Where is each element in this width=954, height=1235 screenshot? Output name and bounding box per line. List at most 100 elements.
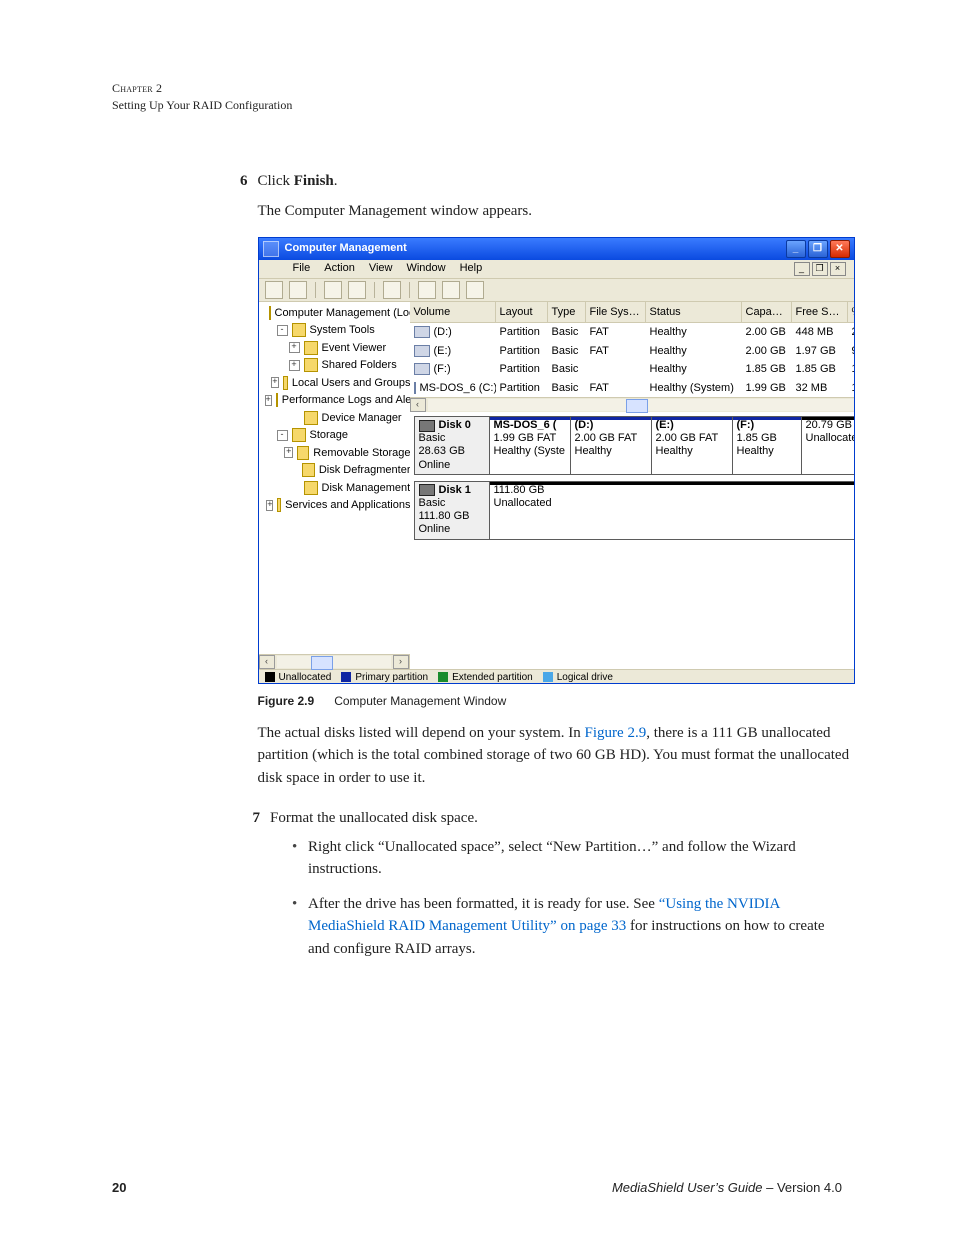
mdi-restore[interactable]: ❐ — [812, 262, 828, 276]
tree-label: Device Manager — [322, 410, 402, 427]
tree-label: Local Users and Groups — [292, 375, 411, 392]
volume-header[interactable]: VolumeLayoutTypeFile SystemStatusCapacit… — [410, 302, 855, 324]
tree-item[interactable]: Disk Management — [261, 480, 411, 497]
disk-graph[interactable]: Disk 0Basic28.63 GBOnlineMS-DOS_6 (1.99 … — [410, 412, 855, 669]
column-header[interactable]: Free Space — [792, 302, 848, 323]
volume-row[interactable]: (E:)PartitionBasicFATHealthy2.00 GB1.97 … — [410, 342, 855, 361]
column-header[interactable]: Type — [548, 302, 586, 323]
tree-label: Disk Defragmenter — [319, 462, 411, 479]
figure-ref-link[interactable]: Figure 2.9 — [585, 725, 647, 741]
folder-icon — [304, 341, 318, 355]
guide-title: MediaShield User’s Guide – Version 4.0 — [612, 1180, 842, 1195]
expand-icon[interactable]: + — [284, 447, 293, 458]
partition[interactable]: 111.80 GBUnallocated — [490, 482, 855, 539]
folder-icon — [277, 498, 281, 512]
back-icon[interactable] — [265, 281, 283, 299]
expand-icon[interactable]: - — [277, 325, 288, 336]
folder-icon — [304, 481, 318, 495]
step-6: 6 Click Finish. The Computer Management … — [240, 170, 842, 790]
console-tree[interactable]: Computer Management (Local)-System Tools… — [259, 302, 413, 654]
expand-icon[interactable]: - — [277, 430, 288, 441]
mdi-sys-icon — [267, 263, 279, 275]
chapter-label: Chapter 2 — [112, 80, 842, 97]
scroll-left-icon[interactable]: ‹ — [410, 398, 426, 412]
volume-list[interactable]: (D:)PartitionBasicFATHealthy2.00 GB448 M… — [410, 323, 855, 397]
page-number: 20 — [112, 1180, 126, 1195]
partition[interactable]: MS-DOS_6 (1.99 GB FATHealthy (Syste — [490, 417, 570, 474]
column-header[interactable]: Status — [646, 302, 742, 323]
step-text: Format the unallocated disk space. — [270, 807, 842, 830]
settings-icon[interactable] — [442, 281, 460, 299]
partition[interactable]: 20.79 GBUnallocated — [801, 417, 855, 474]
folder-icon — [276, 393, 278, 407]
scroll-left-icon[interactable]: ‹ — [259, 655, 275, 669]
tree-item[interactable]: Device Manager — [261, 410, 411, 427]
volume-row[interactable]: MS-DOS_6 (C:)PartitionBasicFATHealthy (S… — [410, 379, 855, 398]
minimize-button[interactable]: _ — [786, 240, 806, 258]
expand-icon[interactable]: + — [289, 360, 300, 371]
step-text: Click — [258, 173, 294, 189]
scroll-thumb[interactable] — [311, 656, 333, 670]
menu-bar[interactable]: File Action View Window Help _ ❐ × — [259, 260, 854, 279]
disk-row[interactable]: Disk 0Basic28.63 GBOnlineMS-DOS_6 (1.99 … — [414, 416, 855, 475]
volume-row[interactable]: (F:)PartitionBasicHealthy1.85 GB1.85 GB1… — [410, 360, 855, 379]
tree-item[interactable]: +Services and Applications — [261, 497, 411, 514]
volume-scrollbar[interactable]: ‹ › — [410, 397, 855, 412]
menu-view[interactable]: View — [369, 260, 393, 277]
help-icon[interactable] — [466, 281, 484, 299]
partition[interactable]: (F:)1.85 GBHealthy — [732, 417, 801, 474]
scroll-thumb[interactable] — [626, 399, 648, 413]
expand-icon[interactable]: + — [289, 342, 300, 353]
column-header[interactable]: Volume — [410, 302, 496, 323]
tree-item[interactable]: -System Tools — [261, 322, 411, 339]
tree-label: Storage — [310, 427, 349, 444]
expand-icon[interactable]: + — [265, 395, 272, 406]
forward-icon[interactable] — [289, 281, 307, 299]
partition[interactable]: (E:)2.00 GB FATHealthy — [651, 417, 732, 474]
menu-file[interactable]: File — [293, 260, 311, 277]
disk-row[interactable]: Disk 1Basic111.80 GBOnline111.80 GBUnall… — [414, 481, 855, 540]
show-hide-tree-icon[interactable] — [348, 281, 366, 299]
tree-item[interactable]: - Storage — [261, 427, 411, 444]
scroll-right-icon[interactable]: › — [393, 655, 409, 669]
app-icon — [263, 241, 279, 257]
disk-label: Disk 0Basic28.63 GBOnline — [415, 417, 490, 474]
toolbar — [259, 279, 854, 302]
menu-action[interactable]: Action — [324, 260, 355, 277]
tree-item[interactable]: + Local Users and Groups — [261, 375, 411, 392]
tree-item[interactable]: +Event Viewer — [261, 340, 411, 357]
expand-icon[interactable]: + — [266, 500, 273, 511]
tree-label: Shared Folders — [322, 357, 397, 374]
column-header[interactable]: Capacity — [742, 302, 792, 323]
close-button[interactable]: ✕ — [830, 240, 850, 258]
folder-icon — [283, 376, 288, 390]
step-7: 7 Format the unallocated disk space. Rig… — [240, 807, 842, 972]
refresh-icon[interactable] — [418, 281, 436, 299]
page-footer: 20 MediaShield User’s Guide – Version 4.… — [112, 1180, 842, 1195]
tree-item[interactable]: Disk Defragmenter — [261, 462, 411, 479]
mdi-close[interactable]: × — [830, 262, 846, 276]
properties-icon[interactable] — [383, 281, 401, 299]
folder-icon — [269, 306, 271, 320]
tree-item[interactable]: + Shared Folders — [261, 357, 411, 374]
up-icon[interactable] — [324, 281, 342, 299]
partition[interactable]: (D:)2.00 GB FATHealthy — [570, 417, 651, 474]
tree-item[interactable]: +Removable Storage — [261, 445, 411, 462]
legend: Unallocated Primary partition Extended p… — [259, 669, 854, 684]
window-titlebar[interactable]: Computer Management _ ❐ ✕ — [259, 238, 854, 260]
step-after: The Computer Management window appears. — [258, 200, 855, 223]
column-header[interactable]: Layout — [496, 302, 548, 323]
window-title: Computer Management — [285, 240, 407, 257]
menu-help[interactable]: Help — [460, 260, 483, 277]
column-header[interactable]: File System — [586, 302, 646, 323]
tree-item[interactable]: Computer Management (Local) — [261, 305, 411, 322]
expand-icon[interactable]: + — [271, 377, 278, 388]
column-header[interactable]: % Free — [848, 302, 855, 323]
maximize-button[interactable]: ❐ — [808, 240, 828, 258]
tree-scrollbar[interactable]: ‹ › — [259, 654, 409, 669]
menu-window[interactable]: Window — [406, 260, 445, 277]
volume-row[interactable]: (D:)PartitionBasicFATHealthy2.00 GB448 M… — [410, 323, 855, 342]
step-number: 6 — [240, 170, 248, 790]
tree-item[interactable]: +Performance Logs and Alerts — [261, 392, 411, 409]
mdi-minimize[interactable]: _ — [794, 262, 810, 276]
